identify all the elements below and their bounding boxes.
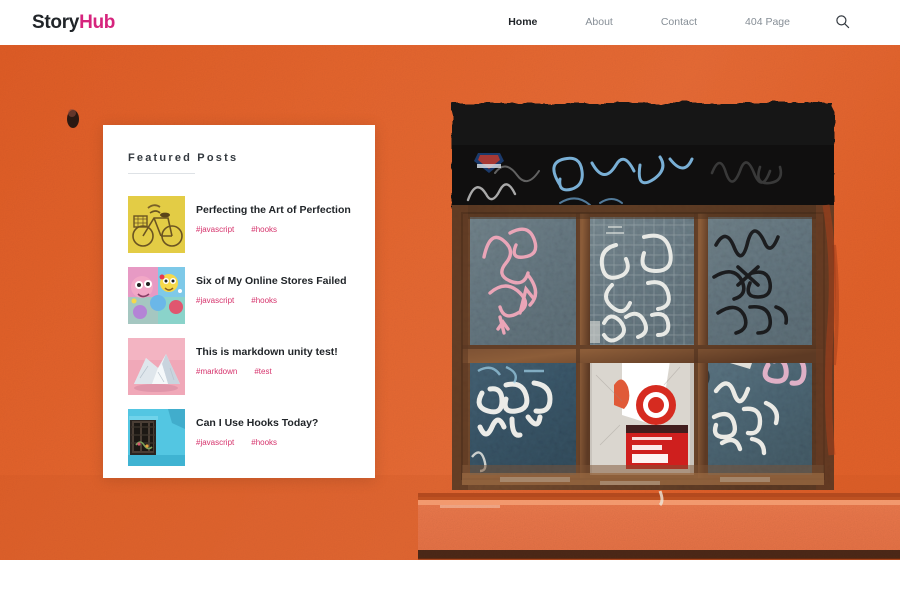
post-tag[interactable]: #hooks	[251, 296, 277, 305]
post-body: Can I Use Hooks Today? #javascript #hook…	[196, 409, 318, 447]
yellow-bicycle-thumb	[128, 196, 185, 253]
main-nav: Home About Contact 404 Page	[484, 13, 852, 33]
post-tag[interactable]: #javascript	[196, 225, 234, 234]
featured-posts-list: Perfecting the Art of Perfection #javasc…	[128, 196, 351, 466]
post-thumbnail-cyan-wall[interactable]	[128, 409, 185, 466]
colorful-graffiti-thumb	[128, 267, 185, 324]
post-tag[interactable]: #test	[254, 367, 271, 376]
list-item[interactable]: Can I Use Hooks Today? #javascript #hook…	[128, 409, 351, 466]
post-title[interactable]: Six of My Online Stores Failed	[196, 275, 347, 288]
post-tag[interactable]: #hooks	[251, 438, 277, 447]
post-body: Perfecting the Art of Perfection #javasc…	[196, 196, 351, 234]
post-title[interactable]: Can I Use Hooks Today?	[196, 417, 318, 430]
list-item[interactable]: Perfecting the Art of Perfection #javasc…	[128, 196, 351, 253]
post-title[interactable]: This is markdown unity test!	[196, 346, 338, 359]
site-header: StoryHub Home About Contact 404 Page	[0, 0, 900, 45]
post-body: Six of My Online Stores Failed #javascri…	[196, 267, 347, 305]
nav-item-about[interactable]: About	[561, 17, 636, 28]
cyan-wall-window-thumb	[128, 409, 185, 466]
post-tag[interactable]: #javascript	[196, 296, 234, 305]
post-tags: #javascript #hooks	[196, 438, 318, 447]
post-thumbnail-bicycle[interactable]	[128, 196, 185, 253]
logo-text-accent: Hub	[79, 12, 116, 33]
pink-white-rock-thumb	[128, 338, 185, 395]
post-tag[interactable]: #markdown	[196, 367, 237, 376]
nav-item-contact[interactable]: Contact	[637, 17, 721, 28]
list-item[interactable]: This is markdown unity test! #markdown #…	[128, 338, 351, 395]
featured-posts-title: Featured Posts	[128, 152, 239, 164]
post-title[interactable]: Perfecting the Art of Perfection	[196, 204, 351, 217]
nav-item-404-page[interactable]: 404 Page	[721, 17, 814, 28]
search-button[interactable]	[832, 13, 852, 33]
search-icon	[835, 14, 850, 32]
title-divider	[128, 173, 195, 174]
featured-posts-card: Featured Posts Perfecting the Art of Per…	[103, 125, 375, 478]
window-ledge	[418, 493, 900, 559]
post-tags: #javascript #hooks	[196, 225, 351, 234]
post-tag[interactable]: #javascript	[196, 438, 234, 447]
post-tags: #javascript #hooks	[196, 296, 347, 305]
post-thumbnail-graffiti[interactable]	[128, 267, 185, 324]
post-thumbnail-rock[interactable]	[128, 338, 185, 395]
logo-text-primary: Story	[32, 12, 80, 33]
site-logo[interactable]: StoryHub	[32, 13, 115, 32]
post-tag[interactable]: #hooks	[251, 225, 277, 234]
post-body: This is markdown unity test! #markdown #…	[196, 338, 338, 376]
list-item[interactable]: Six of My Online Stores Failed #javascri…	[128, 267, 351, 324]
nav-item-home[interactable]: Home	[484, 17, 561, 28]
post-tags: #markdown #test	[196, 367, 338, 376]
